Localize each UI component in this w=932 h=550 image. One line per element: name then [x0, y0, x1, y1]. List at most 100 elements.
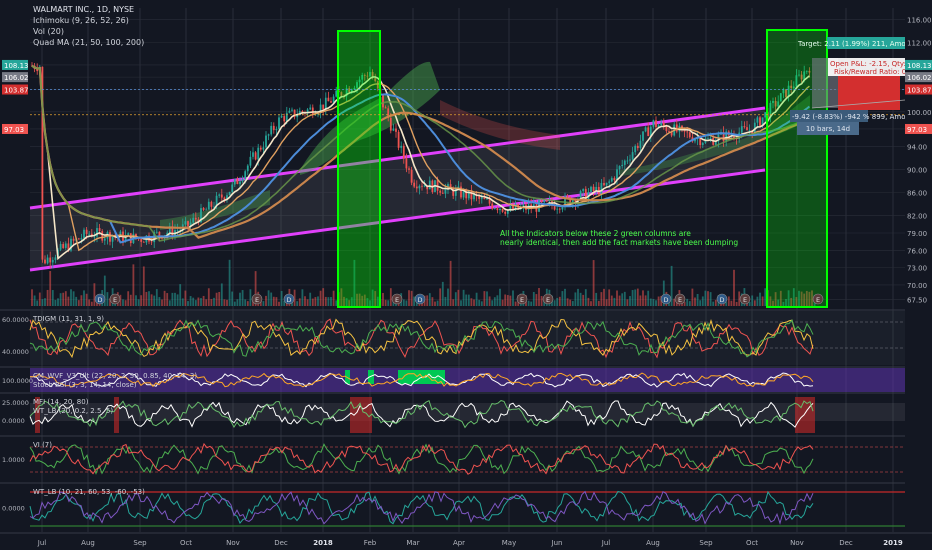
volume-bar: [473, 299, 475, 306]
candle-body: [395, 128, 397, 132]
event-marker-label: E: [113, 296, 117, 304]
candle-body: [205, 209, 208, 211]
annotation-line-1: All the Indicators below these 2 green c…: [500, 229, 691, 238]
volume-bar: [504, 294, 507, 306]
panel-left-tick: 100.0000: [2, 377, 33, 385]
candle-body: [275, 129, 278, 131]
volume-bar: [431, 297, 434, 306]
indicator-quad-ma[interactable]: Quad MA (21, 50, 100, 200): [33, 37, 144, 48]
volume-bar: [155, 289, 158, 306]
candle-body: [592, 186, 595, 192]
volume-bar: [270, 292, 273, 306]
event-marker-label: E: [816, 296, 820, 304]
candle-body: [647, 127, 650, 137]
time-tick: Jul: [601, 539, 611, 547]
candle-body: [603, 183, 605, 186]
volume-bar: [514, 301, 517, 306]
volume-bar: [36, 300, 39, 306]
volume-bar: [501, 299, 504, 306]
candle-body: [384, 107, 387, 109]
volume-bar: [384, 299, 387, 306]
highlight-column-1: [337, 30, 381, 308]
candle-body: [259, 147, 262, 150]
candle-body: [743, 126, 746, 128]
candle-body: [493, 208, 496, 210]
volume-bar: [135, 295, 137, 306]
volume-bar: [296, 301, 299, 306]
candle-body: [265, 135, 267, 148]
indicator-volume[interactable]: Vol (20): [33, 26, 144, 37]
volume-bar: [618, 295, 621, 306]
volume-bar: [280, 290, 283, 306]
volume-bar: [72, 291, 75, 306]
candle-body: [96, 228, 98, 237]
candle-body: [636, 145, 639, 149]
volume-bar: [512, 290, 514, 306]
volume-bar: [244, 299, 247, 306]
annotation-text[interactable]: All the Indicators below these 2 green c…: [500, 229, 738, 247]
candle-body: [566, 196, 569, 198]
candle-body: [155, 231, 158, 233]
volume-bar: [241, 290, 244, 306]
candle-body: [223, 197, 226, 200]
candle-body: [194, 217, 197, 220]
volume-bar: [127, 291, 130, 306]
candle-body: [327, 97, 330, 102]
candle-body: [62, 244, 65, 248]
panel-left-tick: 60.0000: [2, 316, 29, 324]
volume-bar: [57, 298, 59, 306]
volume-bar: [582, 294, 585, 306]
price-tick: 116.00: [907, 17, 932, 25]
time-tick: Sep: [699, 539, 713, 547]
volume-bar: [148, 291, 150, 306]
volume-bar: [553, 300, 556, 306]
volume-bar: [158, 297, 161, 306]
volume-bar: [486, 291, 488, 306]
volume-bar: [62, 292, 65, 306]
candle-body: [613, 178, 616, 181]
volume-bar: [426, 295, 429, 306]
panel-label-2: Stoch RSI (3, 3, 14, 14, close): [33, 381, 137, 389]
volume-bar: [441, 281, 444, 306]
left-price-tag-label: 108.13: [4, 62, 29, 70]
symbol-title[interactable]: WALMART INC., 1D, NYSE: [33, 4, 144, 15]
volume-bar: [566, 298, 569, 306]
volume-bar: [301, 289, 304, 306]
volume-bar: [218, 291, 221, 306]
candle-body: [746, 127, 748, 131]
price-tick: 100.00: [907, 109, 932, 117]
candle-body: [192, 217, 195, 223]
candle-body: [140, 238, 143, 242]
volume-bar: [181, 298, 184, 306]
candle-body: [187, 221, 189, 227]
volume-bar: [631, 290, 634, 306]
volume-bar: [532, 291, 535, 306]
volume-bar: [634, 289, 637, 306]
volume-bar: [31, 289, 33, 306]
time-tick: Nov: [226, 539, 240, 547]
price-axis-bg: [905, 0, 932, 550]
volume-bar: [330, 297, 332, 306]
candle-body: [382, 94, 384, 108]
volume-bar: [603, 288, 605, 306]
volume-bar: [59, 293, 62, 306]
candle-body: [491, 203, 494, 209]
price-tick: 82.00: [907, 213, 927, 221]
volume-bar: [83, 290, 85, 306]
candle-body: [283, 116, 286, 122]
volume-bar: [70, 289, 72, 306]
candle-body: [467, 190, 470, 199]
indicator-ichimoku[interactable]: Ichimoku (9, 26, 52, 26): [33, 15, 144, 26]
left-price-tag-label: 103.87: [4, 87, 29, 95]
price-tick: 79.00: [907, 230, 927, 238]
volume-bar: [80, 295, 83, 306]
volume-bar: [408, 290, 410, 306]
candle-body: [688, 132, 691, 138]
volume-bar: [324, 296, 327, 306]
candle-body: [218, 194, 221, 196]
candle-body: [244, 171, 247, 179]
candle-body: [233, 179, 236, 185]
trading-chart[interactable]: D E E D E D E E D E D E E Target: 2.11 (1.99%) 211, A…: [0, 0, 932, 550]
candle-body: [413, 182, 416, 187]
candle-body: [629, 159, 631, 161]
